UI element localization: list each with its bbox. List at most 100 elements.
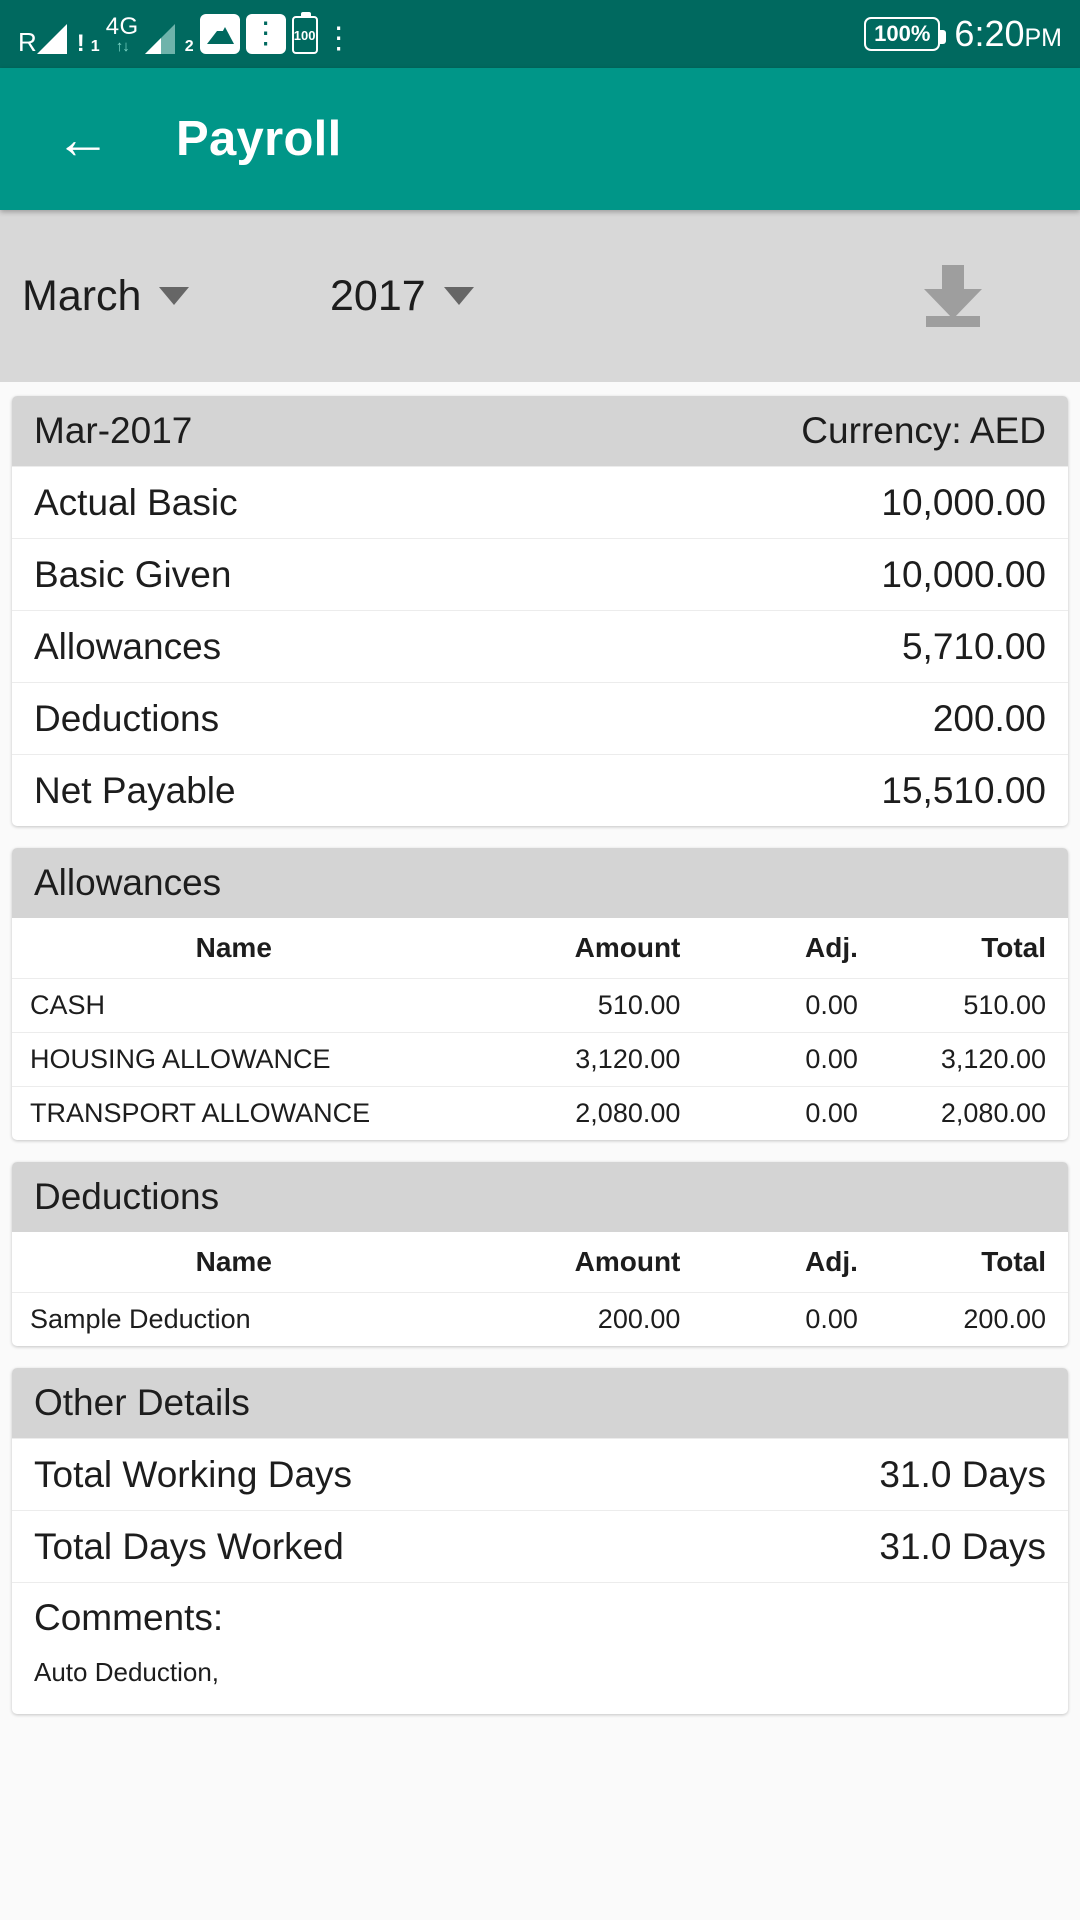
row-label: Total Working Days: [34, 1453, 353, 1495]
deductions-card-header: Deductions: [12, 1162, 1068, 1232]
battery-inline-label: 100: [293, 27, 316, 43]
cell-name: HOUSING ALLOWANCE: [12, 1032, 456, 1087]
summary-card-header: Mar-2017 Currency: AED: [12, 396, 1068, 466]
image-icon: [199, 14, 240, 54]
sim2-index-label: 2: [184, 38, 194, 55]
download-button[interactable]: [920, 265, 986, 327]
cell-amount: 3,120.00: [455, 1032, 699, 1087]
allowances-card-header: Allowances: [12, 848, 1068, 918]
cell-adj: 0.00: [805, 1098, 858, 1128]
allowances-table: Name Amount Adj. Total CASH 510.00 0.00 …: [12, 918, 1068, 1140]
clock-time: 6:20: [954, 13, 1025, 54]
column-header-adj: Adj.: [698, 1232, 878, 1293]
month-value: March: [22, 271, 142, 320]
status-bar-right: 100% 6:20PM: [864, 13, 1062, 55]
row-label: Deductions: [34, 697, 220, 739]
signal-bars-sim2-icon: [144, 20, 179, 54]
period-selector-bar: March 2017: [0, 210, 1080, 382]
table-row: Total Days Worked 31.0 Days: [12, 1510, 1068, 1582]
table-row: TRANSPORT ALLOWANCE 2,080.00 0.00 2,080.…: [12, 1087, 1068, 1141]
status-bar-left-icons: R ! 1 4G ↑↓ 2 ⋮ 100 ⋮: [18, 12, 864, 57]
cell-total: 200.00: [963, 1304, 1046, 1334]
cell-amount: 200.00: [597, 1304, 681, 1334]
column-header-adj: Adj.: [698, 918, 878, 979]
year-value: 2017: [330, 271, 426, 320]
download-icon: [920, 265, 986, 327]
table-row: HOUSING ALLOWANCE 3,120.00 0.00 3,120.00: [12, 1032, 1068, 1087]
allowances-card: Allowances Name Amount Adj. Total CASH 5…: [12, 848, 1068, 1140]
table-header-row: Name Amount Adj. Total: [12, 1232, 1068, 1293]
table-row: Net Payable 15,510.00: [12, 754, 1068, 826]
battery-percent-badge: 100%: [864, 17, 947, 51]
data-transfer-arrows-icon: ↑↓: [115, 38, 130, 55]
row-value: 31.0 Days: [879, 1525, 1046, 1567]
row-value: 31.0 Days: [879, 1453, 1046, 1495]
cell-amount: 2,080.00: [575, 1098, 681, 1128]
deductions-table: Name Amount Adj. Total Sample Deduction …: [12, 1232, 1068, 1346]
deductions-card: Deductions Name Amount Adj. Total Sample…: [12, 1162, 1068, 1346]
network-type-icon: 4G ↑↓: [105, 13, 139, 55]
deductions-title: Deductions: [34, 1176, 220, 1217]
month-dropdown[interactable]: March: [22, 272, 292, 321]
column-header-amount: Amount: [455, 918, 699, 979]
payroll-summary-card: Mar-2017 Currency: AED Actual Basic 10,0…: [12, 396, 1068, 826]
allowances-title: Allowances: [34, 862, 222, 903]
cell-name: CASH: [12, 978, 456, 1033]
row-value: 10,000.00: [881, 553, 1046, 595]
table-row: Sample Deduction 200.00 0.00 200.00: [12, 1293, 1068, 1347]
summary-period-label: Mar-2017: [34, 410, 193, 451]
table-row: Actual Basic 10,000.00: [12, 466, 1068, 538]
row-label: Net Payable: [34, 769, 236, 811]
table-row: CASH 510.00 0.00 510.00: [12, 978, 1068, 1033]
page-title: Payroll: [176, 112, 342, 166]
cell-adj: 0.00: [805, 1304, 858, 1334]
status-bar-clock: 6:20PM: [954, 13, 1062, 55]
cell-adj: 0.00: [698, 978, 878, 1033]
column-header-amount: Amount: [455, 1232, 699, 1293]
other-details-card-header: Other Details: [12, 1368, 1068, 1438]
column-header-name: Name: [12, 1232, 456, 1293]
summary-currency-label: Currency: AED: [801, 410, 1046, 451]
table-row: Total Working Days 31.0 Days: [12, 1438, 1068, 1510]
chevron-down-icon: [443, 287, 474, 305]
sim1-index-label: 1: [90, 38, 100, 55]
status-bar: R ! 1 4G ↑↓ 2 ⋮ 100 ⋮ 100% 6:20PM: [0, 0, 1080, 68]
payroll-content: Mar-2017 Currency: AED Actual Basic 10,0…: [0, 382, 1080, 1714]
cell-amount: 510.00: [455, 978, 699, 1033]
comments-text: Auto Deduction,: [34, 1657, 220, 1687]
column-header-name: Name: [12, 918, 456, 979]
signal-bars-sim1-icon: [36, 20, 71, 54]
usb-icon-filled: ⋮: [245, 14, 286, 54]
row-value: 15,510.00: [881, 769, 1046, 811]
arrow-left-icon[interactable]: ←: [54, 110, 112, 168]
row-label: Total Days Worked: [34, 1525, 344, 1567]
cell-total: 510.00: [877, 978, 1068, 1033]
table-header-row: Name Amount Adj. Total: [12, 918, 1068, 979]
battery-100-icon: 100: [291, 12, 318, 54]
row-label: Actual Basic: [34, 481, 238, 523]
table-row: Basic Given 10,000.00: [12, 538, 1068, 610]
row-label: Allowances: [34, 625, 222, 667]
usb-icon-outline: ⋮: [323, 22, 354, 55]
row-value: 10,000.00: [881, 481, 1046, 523]
table-row: Deductions 200.00: [12, 682, 1068, 754]
app-bar: ← Payroll: [0, 68, 1080, 210]
comments-label: Comments:: [34, 1597, 224, 1638]
comments-section: Comments: Auto Deduction,: [12, 1582, 1068, 1714]
cell-adj: 0.00: [698, 1032, 878, 1087]
other-details-title: Other Details: [34, 1382, 250, 1423]
cell-name: Sample Deduction: [30, 1304, 251, 1334]
column-header-total: Total: [877, 1232, 1068, 1293]
roaming-icon: R: [18, 27, 37, 57]
chevron-down-icon: [159, 287, 190, 305]
row-value: 200.00: [932, 697, 1046, 739]
network-type-label: 4G: [105, 13, 139, 40]
signal-alert-icon: !: [76, 30, 85, 57]
table-row: Allowances 5,710.00: [12, 610, 1068, 682]
year-dropdown[interactable]: 2017: [330, 272, 474, 321]
column-header-total: Total: [877, 918, 1068, 979]
cell-name: TRANSPORT ALLOWANCE: [30, 1098, 371, 1128]
row-label: Basic Given: [34, 553, 232, 595]
usb-glyph: ⋮: [250, 17, 281, 50]
cell-total: 3,120.00: [877, 1032, 1068, 1087]
